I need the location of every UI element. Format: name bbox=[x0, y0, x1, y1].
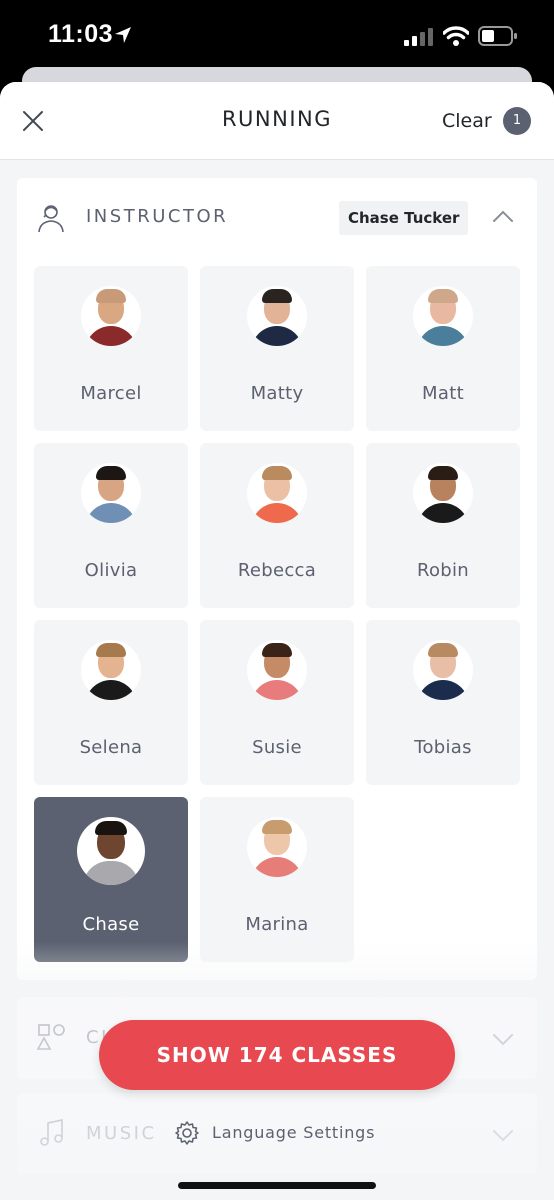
instructor-name: Marcel bbox=[80, 383, 142, 404]
filter-count-badge: 1 bbox=[503, 107, 531, 135]
instructor-avatar bbox=[247, 817, 307, 877]
chevron-up-icon[interactable] bbox=[491, 208, 515, 224]
instructor-tile-matty[interactable]: Matty bbox=[200, 266, 354, 431]
wifi-icon bbox=[443, 26, 469, 46]
instructor-tile-olivia[interactable]: Olivia bbox=[34, 443, 188, 608]
instructor-avatar bbox=[77, 817, 145, 885]
instructor-name: Matt bbox=[422, 383, 464, 404]
instructor-tile-susie[interactable]: Susie bbox=[200, 620, 354, 785]
instructor-name: Matty bbox=[250, 383, 304, 404]
instructor-avatar bbox=[247, 286, 307, 346]
instructor-tile-robin[interactable]: Robin bbox=[366, 443, 520, 608]
instructor-avatar bbox=[413, 640, 473, 700]
instructor-icon bbox=[38, 205, 64, 233]
instructor-tile-marina[interactable]: Marina bbox=[200, 797, 354, 962]
selected-instructor-chip: Chase Tucker bbox=[339, 201, 469, 235]
filter-sheet: RUNNING Clear 1 INSTRUCTOR Chase Tucker … bbox=[0, 82, 554, 1200]
instructor-name: Olivia bbox=[84, 560, 138, 581]
instructor-name: Tobias bbox=[414, 737, 472, 758]
location-arrow-icon bbox=[115, 27, 131, 43]
instructor-name: Robin bbox=[416, 560, 470, 581]
instructor-avatar bbox=[81, 286, 141, 346]
instructor-tile-chase[interactable]: Chase bbox=[34, 797, 188, 962]
instructor-avatar bbox=[413, 463, 473, 523]
chevron-down-icon bbox=[493, 1130, 513, 1142]
instructor-tile-marcel[interactable]: Marcel bbox=[34, 266, 188, 431]
status-time: 11:03 bbox=[48, 20, 114, 48]
music-section-label: MUSIC bbox=[86, 1123, 157, 1144]
cellular-signal-icon bbox=[404, 28, 433, 46]
sheet-header: RUNNING Clear 1 bbox=[0, 82, 554, 160]
clear-button[interactable]: Clear bbox=[442, 110, 492, 132]
instructor-filter-section: INSTRUCTOR Chase Tucker Marcel Matty Matt O… bbox=[17, 178, 537, 980]
language-settings-label: Language Settings bbox=[212, 1123, 376, 1142]
instructor-tile-matt[interactable]: Matt bbox=[366, 266, 520, 431]
instructor-tile-selena[interactable]: Selena bbox=[34, 620, 188, 785]
gear-icon bbox=[175, 1121, 199, 1145]
home-indicator bbox=[178, 1182, 376, 1189]
instructor-name: Chase bbox=[82, 914, 140, 935]
status-bar: 11:03 bbox=[0, 0, 554, 70]
music-note-icon bbox=[40, 1119, 63, 1146]
instructor-avatar bbox=[247, 640, 307, 700]
instructor-avatar bbox=[413, 286, 473, 346]
instructor-tile-rebecca[interactable]: Rebecca bbox=[200, 443, 354, 608]
instructor-tile-tobias[interactable]: Tobias bbox=[366, 620, 520, 785]
instructor-name: Marina bbox=[245, 914, 309, 935]
instructor-section-label[interactable]: INSTRUCTOR bbox=[86, 206, 228, 227]
instructor-name: Susie bbox=[252, 737, 302, 758]
shapes-icon bbox=[37, 1024, 65, 1050]
instructor-avatar bbox=[81, 463, 141, 523]
show-classes-button[interactable]: SHOW 174 CLASSES bbox=[99, 1020, 455, 1090]
instructor-name: Rebecca bbox=[237, 560, 317, 581]
instructor-avatar bbox=[81, 640, 141, 700]
instructor-name: Selena bbox=[79, 737, 143, 758]
chevron-down-icon bbox=[493, 1034, 513, 1046]
battery-icon bbox=[478, 26, 517, 46]
instructor-avatar bbox=[247, 463, 307, 523]
